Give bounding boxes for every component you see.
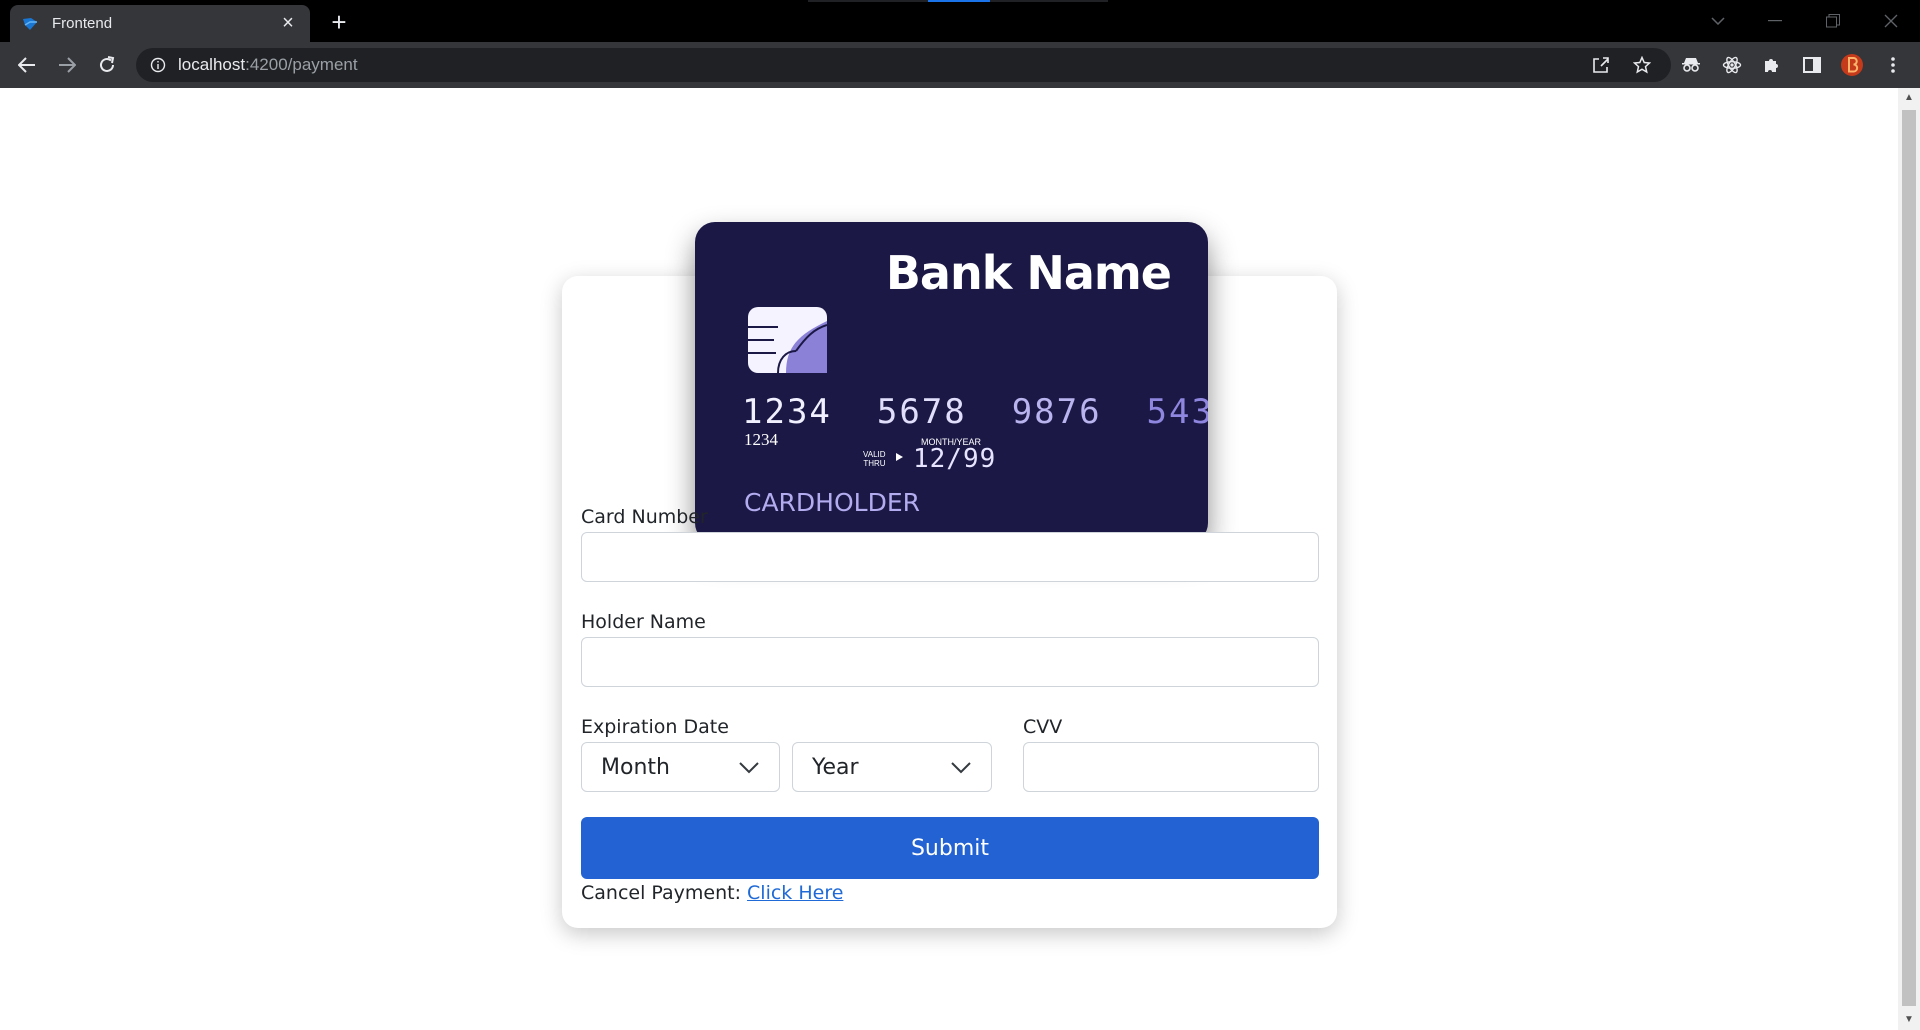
month-select[interactable]: Month <box>581 742 780 792</box>
chevron-down-icon <box>951 762 971 774</box>
month-select-value: Month <box>601 754 670 780</box>
valid-thru-arrow-icon <box>896 453 903 461</box>
url-host: localhost <box>178 55 246 74</box>
loading-indicator <box>808 0 1108 2</box>
restore-icon[interactable] <box>1818 6 1848 36</box>
side-panel-icon[interactable] <box>1797 50 1827 80</box>
scrollbar-thumb[interactable] <box>1902 110 1916 1006</box>
back-icon[interactable] <box>12 50 42 80</box>
card-number-group-1: 1234 <box>742 392 832 432</box>
minimize-icon[interactable] <box>1760 6 1790 36</box>
site-info-icon[interactable] <box>150 57 166 73</box>
cancel-payment-link[interactable]: Click Here <box>747 882 843 904</box>
browser-toolbar: localhost:4200/payment <box>0 42 1920 88</box>
address-bar[interactable]: localhost:4200/payment <box>136 48 1671 82</box>
tab-search-icon[interactable] <box>1703 6 1733 36</box>
spy-extension-icon[interactable] <box>1676 50 1706 80</box>
expiration-date-label: Expiration Date <box>581 716 729 738</box>
cvv-input[interactable] <box>1023 742 1319 792</box>
browser-menu-icon[interactable] <box>1878 50 1908 80</box>
react-devtools-icon[interactable] <box>1717 50 1747 80</box>
card-number-label: Card Number <box>581 506 708 528</box>
tab-title: Frontend <box>52 15 113 32</box>
angular-favicon-icon <box>22 16 38 32</box>
card-holder-name: CARDHOLDER <box>744 488 921 517</box>
valid-thru-line-1: VALID <box>863 450 886 459</box>
card-expiry: 12/99 <box>913 444 997 474</box>
card-number-group-4: 5432 <box>1146 392 1208 432</box>
chevron-down-icon <box>739 762 759 774</box>
holder-name-input[interactable] <box>581 637 1319 687</box>
credit-card-preview: Bank Name 1234 5678 9876 5432 1234 VALID… <box>695 222 1208 543</box>
profile-avatar[interactable] <box>1837 50 1867 80</box>
card-number-display: 1234 5678 9876 5432 <box>742 392 1208 432</box>
card-number-small: 1234 <box>744 430 778 449</box>
cvv-label: CVV <box>1023 716 1063 738</box>
bank-name: Bank Name <box>885 246 1172 300</box>
bookmark-star-icon[interactable] <box>1627 48 1657 82</box>
close-tab-icon[interactable]: × <box>278 12 298 34</box>
submit-button[interactable]: Submit <box>581 817 1319 879</box>
scroll-up-icon[interactable]: ▲ <box>1903 92 1915 104</box>
extensions-puzzle-icon[interactable] <box>1757 50 1787 80</box>
url-path: :4200/payment <box>245 55 358 74</box>
browser-titlebar: Frontend × + <box>0 0 1920 42</box>
share-icon[interactable] <box>1586 48 1616 82</box>
browser-tab[interactable]: Frontend × <box>10 5 310 42</box>
year-select[interactable]: Year <box>792 742 992 792</box>
cancel-payment-label: Cancel Payment: <box>581 882 748 904</box>
cancel-payment-row: Cancel Payment: Click Here <box>581 882 843 904</box>
page-viewport: Bank Name 1234 5678 9876 5432 1234 VALID… <box>0 88 1898 1030</box>
card-number-input[interactable] <box>581 532 1319 582</box>
scroll-down-icon[interactable]: ▼ <box>1903 1014 1915 1026</box>
valid-thru-line-2: THRU <box>863 459 886 468</box>
holder-name-label: Holder Name <box>581 611 706 633</box>
card-number-group-3: 9876 <box>1011 392 1102 432</box>
year-select-value: Year <box>812 754 859 780</box>
page-scrollbar[interactable]: ▲ ▼ <box>1898 88 1920 1030</box>
card-chip-icon <box>748 307 827 373</box>
new-tab-button[interactable]: + <box>325 8 353 36</box>
valid-thru-label: VALID THRU <box>863 450 886 468</box>
reload-icon[interactable] <box>92 50 122 80</box>
card-number-group-2: 5678 <box>876 392 967 432</box>
close-window-icon[interactable] <box>1876 6 1906 36</box>
forward-icon[interactable] <box>52 50 82 80</box>
